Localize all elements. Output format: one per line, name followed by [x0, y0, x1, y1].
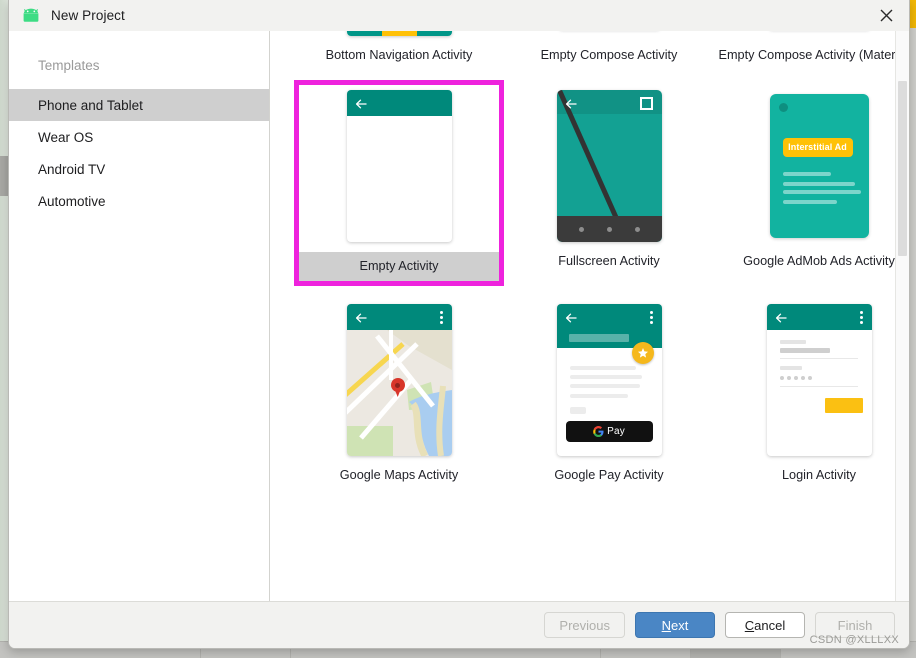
template-thumbnail-login — [766, 304, 872, 456]
template-label: Empty Compose Activity (Material3) — [718, 48, 909, 62]
template-card-login-activity[interactable]: Login Activity — [714, 286, 909, 492]
template-label: Bottom Navigation Activity — [325, 48, 473, 62]
templates-sidebar: Templates Phone and Tablet Wear OS Andro… — [9, 31, 270, 602]
template-card-empty-activity[interactable]: Empty Activity — [294, 72, 504, 286]
star-fab-icon — [631, 342, 654, 364]
android-robot-icon — [20, 8, 42, 24]
template-label: Login Activity — [781, 468, 857, 482]
fullscreen-expand-icon — [639, 97, 653, 110]
template-card-empty-compose-activity-material3[interactable]: Empty Compose Activity (Material3) — [714, 31, 909, 72]
sidebar-item-label: Automotive — [38, 193, 106, 209]
sidebar-item-wear-os[interactable]: Wear OS — [9, 121, 269, 153]
template-grid: Bottom Navigation Activity Empty Compose… — [270, 31, 909, 502]
cancel-button-mnemonic: C — [744, 617, 755, 633]
template-card-google-admob-ads-activity[interactable]: Interstitial Ad Google AdMob Ads Activit… — [714, 72, 909, 286]
template-thumbnail-maps — [346, 304, 452, 456]
back-arrow-icon — [355, 311, 367, 323]
google-pay-button-label: Pay — [607, 426, 625, 437]
template-card-empty-compose-activity[interactable]: Empty Compose Activity — [504, 31, 714, 72]
close-icon[interactable] — [863, 0, 909, 31]
template-gallery: Bottom Navigation Activity Empty Compose… — [270, 31, 909, 602]
template-label: Google AdMob Ads Activity — [743, 254, 895, 268]
sidebar-item-label: Android TV — [38, 161, 106, 177]
back-arrow-icon — [355, 97, 367, 109]
sidebar-heading: Templates — [38, 57, 100, 73]
template-gallery-scrollbar[interactable] — [895, 31, 909, 602]
sidebar-item-android-tv[interactable]: Android TV — [9, 153, 269, 185]
dialog-button-bar: Previous Next Cancel Finish CSDN @XLLLXX — [9, 601, 909, 648]
finish-button[interactable]: Finish — [815, 612, 895, 638]
overflow-menu-icon — [439, 311, 443, 324]
map-marker-icon — [390, 378, 405, 398]
template-thumbnail-fullscreen — [556, 90, 662, 242]
sidebar-item-label: Wear OS — [38, 129, 94, 145]
template-thumbnail-bottom-navigation — [346, 31, 452, 36]
next-button[interactable]: Next — [635, 612, 715, 638]
previous-button[interactable]: Previous — [544, 612, 625, 638]
map-illustration — [346, 330, 452, 456]
dialog-title: New Project — [51, 8, 125, 23]
previous-button-label: Previous — [559, 617, 610, 633]
template-card-google-maps-activity[interactable]: Google Maps Activity — [294, 286, 504, 492]
template-label: Google Pay Activity — [554, 468, 664, 482]
template-thumbnail-google-pay: Pay — [556, 304, 662, 456]
template-label: Empty Compose Activity — [540, 48, 678, 62]
next-button-label: ext — [671, 617, 689, 633]
password-dots — [779, 376, 812, 380]
sidebar-item-phone-and-tablet[interactable]: Phone and Tablet — [9, 89, 269, 121]
new-project-dialog: New Project Templates Phone and Tablet W… — [8, 0, 910, 649]
avatar-dot-icon — [778, 103, 788, 112]
google-g-icon — [593, 426, 604, 437]
scrollbar-thumb[interactable] — [898, 81, 907, 256]
sidebar-item-automotive[interactable]: Automotive — [9, 185, 269, 217]
template-card-google-pay-activity[interactable]: Pay Google Pay Activity — [504, 286, 714, 492]
template-label: Google Maps Activity — [339, 468, 459, 482]
back-arrow-icon — [775, 311, 787, 323]
sidebar-item-label: Phone and Tablet — [38, 97, 143, 113]
template-thumbnail-empty-activity — [346, 90, 452, 242]
template-label: Fullscreen Activity — [558, 254, 660, 268]
dialog-title-bar: New Project — [9, 0, 909, 32]
back-arrow-icon — [565, 97, 577, 109]
back-arrow-icon — [565, 311, 577, 323]
overflow-menu-icon — [859, 311, 863, 324]
interstitial-ad-pill: Interstitial Ad — [782, 138, 853, 157]
cancel-button-label: ancel — [754, 617, 786, 633]
google-pay-button[interactable]: Pay — [565, 421, 653, 442]
cancel-button[interactable]: Cancel — [725, 612, 805, 638]
template-label: Empty Activity — [299, 252, 499, 281]
template-thumbnail-admob: Interstitial Ad — [767, 90, 872, 242]
next-button-mnemonic: N — [661, 617, 672, 633]
template-thumbnail-compose-material3 — [767, 31, 872, 36]
template-thumbnail-compose — [557, 31, 662, 36]
template-card-bottom-navigation-activity[interactable]: Bottom Navigation Activity — [294, 31, 504, 72]
login-submit-button[interactable] — [824, 398, 863, 413]
template-card-fullscreen-activity[interactable]: Fullscreen Activity — [504, 72, 714, 286]
finish-button-label: Finish — [837, 617, 873, 633]
overflow-menu-icon — [649, 311, 653, 324]
